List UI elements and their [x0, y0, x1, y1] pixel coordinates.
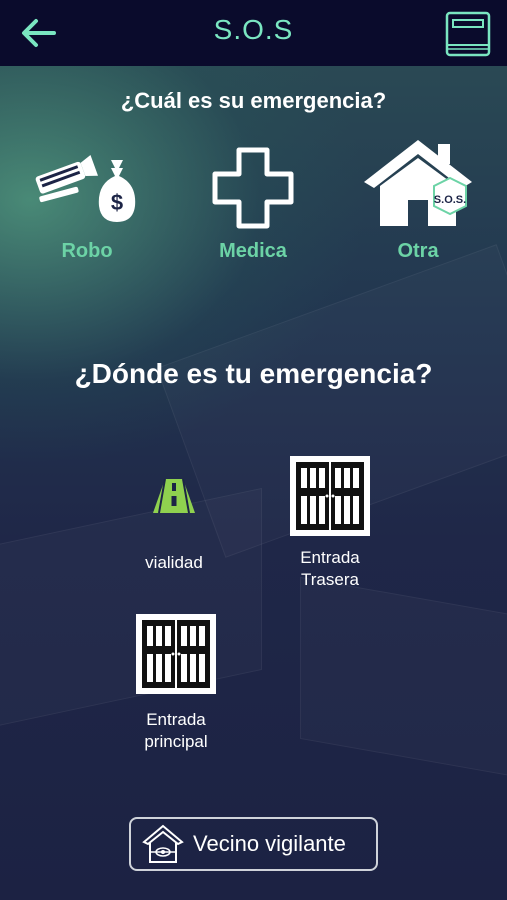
book-icon — [445, 11, 491, 57]
background — [0, 0, 507, 900]
svg-text:$: $ — [111, 190, 123, 215]
location-label: Entrada Trasera — [300, 548, 360, 589]
location-label: Entrada principal — [144, 710, 208, 751]
robbery-icon: $ — [35, 155, 136, 222]
road-icon — [153, 479, 195, 513]
location-label: vialidad — [145, 553, 203, 572]
location-vialidad[interactable]: vialidad — [124, 472, 224, 574]
page-title: S.O.S — [213, 14, 294, 45]
manual-button[interactable] — [445, 11, 491, 57]
emergency-type-label: Robo — [61, 240, 113, 262]
location-entrada-trasera[interactable]: Entrada Trasera — [272, 456, 388, 591]
medical-cross-icon — [212, 147, 294, 229]
sos-badge: S.O.S. — [433, 194, 467, 206]
door-icon-frame — [136, 614, 216, 694]
emergency-type-label: Otra — [397, 240, 439, 262]
emergency-question: ¿Cuál es su emergencia? — [120, 88, 387, 113]
emergency-type-robo[interactable]: $ Robo — [12, 140, 162, 263]
background-shape — [300, 576, 507, 786]
top-bar: S.O.S — [0, 0, 507, 66]
door-icon-frame — [290, 456, 370, 536]
location-entrada-principal[interactable]: Entrada principal — [118, 614, 234, 753]
vecino-vigilante-label: Vecino vigilante — [193, 831, 346, 856]
emergency-type-label: Medica — [219, 240, 287, 262]
location-question: ¿Dónde es tu emergencia? — [74, 358, 433, 389]
house-sos-icon — [364, 140, 472, 226]
door-icon — [296, 462, 364, 530]
emergency-type-otra[interactable]: Otra S.O.S. — [343, 140, 493, 263]
vecino-vigilante-button[interactable]: Vecino vigilante — [129, 817, 378, 871]
door-icon — [142, 620, 210, 688]
emergency-type-medica[interactable]: Medica — [178, 140, 328, 263]
house-eye-icon — [142, 824, 184, 863]
